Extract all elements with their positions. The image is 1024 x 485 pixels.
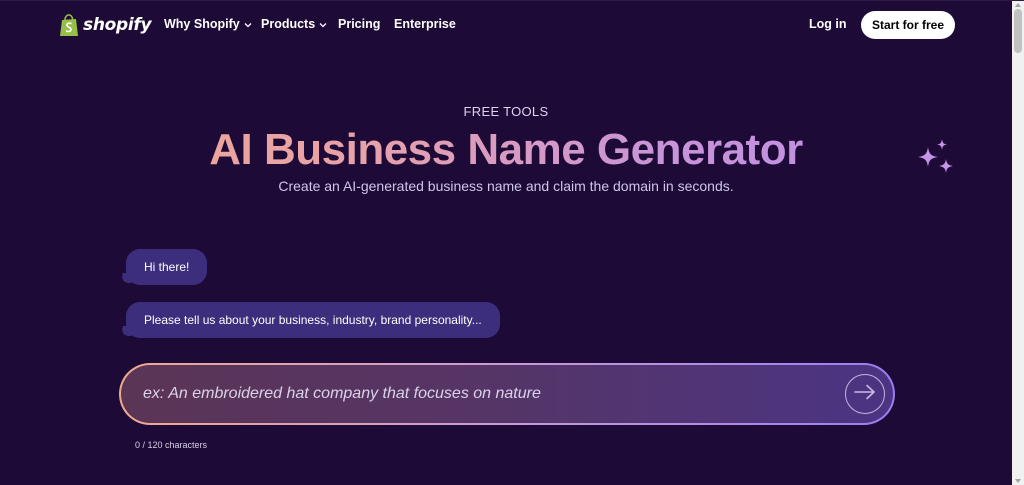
scrollbar-thumb[interactable] xyxy=(1014,9,1022,53)
nav-item-label: Products xyxy=(261,17,316,31)
nav-item-why-shopify[interactable]: Why Shopify xyxy=(164,17,252,31)
chat-message-text: Hi there! xyxy=(144,260,190,274)
nav-item-enterprise[interactable]: Enterprise xyxy=(394,17,456,31)
nav-item-label: Enterprise xyxy=(394,17,456,31)
page-title: AI Business Name Generator xyxy=(0,125,1012,175)
shopping-bag-icon xyxy=(59,13,79,37)
scroll-down-arrow-icon[interactable] xyxy=(1015,479,1021,483)
business-description-input-container xyxy=(119,363,895,425)
chat-message-bubble: Please tell us about your business, indu… xyxy=(126,302,500,338)
nav-item-label: Pricing xyxy=(338,17,381,31)
business-description-input[interactable] xyxy=(143,365,823,423)
arrow-right-icon xyxy=(854,384,876,405)
eyebrow-label: FREE TOOLS xyxy=(463,104,549,119)
chat-message-text: Please tell us about your business, indu… xyxy=(144,313,482,327)
top-nav: shopify Why Shopify Products Pricing Ent… xyxy=(0,1,1012,49)
nav-item-products[interactable]: Products xyxy=(261,17,327,31)
logo-wordmark: shopify xyxy=(83,15,152,35)
nav-item-label: Why Shopify xyxy=(164,17,240,31)
nav-item-pricing[interactable]: Pricing xyxy=(338,17,380,31)
start-for-free-button[interactable]: Start for free xyxy=(861,11,955,39)
page: shopify Why Shopify Products Pricing Ent… xyxy=(0,0,1024,485)
vertical-scrollbar[interactable] xyxy=(1012,1,1024,485)
chat-message-bubble: Hi there! xyxy=(126,249,208,285)
shopify-logo[interactable]: shopify xyxy=(59,12,152,38)
scroll-up-arrow-icon[interactable] xyxy=(1015,3,1021,7)
chevron-down-icon xyxy=(319,20,327,30)
chevron-down-icon xyxy=(244,20,252,30)
submit-button[interactable] xyxy=(845,374,885,414)
sparkle-icon xyxy=(914,137,958,181)
character-counter: 0 / 120 characters xyxy=(135,440,208,450)
page-subtitle: Create an AI-generated business name and… xyxy=(278,178,734,194)
login-link[interactable]: Log in xyxy=(809,17,847,31)
input-surface xyxy=(121,365,893,423)
